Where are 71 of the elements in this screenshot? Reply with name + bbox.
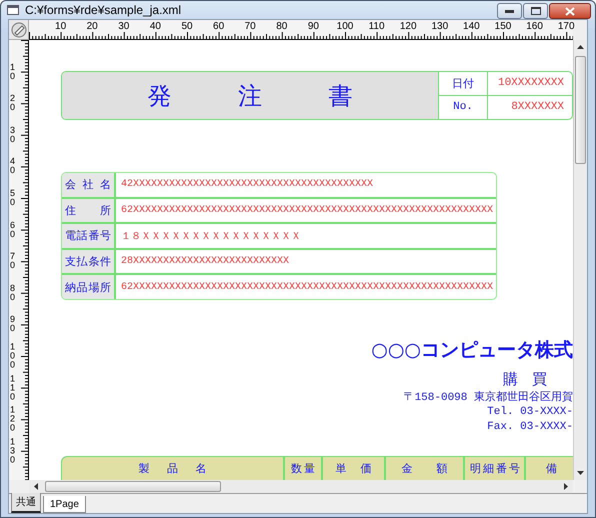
ruler-label: 110 <box>10 374 16 402</box>
row-label: 会社名 <box>65 177 111 192</box>
ruler-label: 130 <box>431 22 448 32</box>
ruler-label: 10 <box>55 22 66 32</box>
ruler-corner-icon[interactable] <box>10 22 26 38</box>
row-value: １８ＸＸＸＸＸＸＸＸＸＸＸＸＸＸＸＸ <box>121 230 301 243</box>
ruler-label: 60 <box>213 22 224 32</box>
ruler-label: 10 <box>10 62 16 81</box>
ruler-label: 130 <box>10 437 16 464</box>
field-value: 8XXXXXXX <box>511 101 564 114</box>
ruler-label: 100 <box>10 342 16 370</box>
column-header: 金額 <box>402 461 448 475</box>
ruler-label: 70 <box>10 252 16 270</box>
ruler-label: 30 <box>118 22 130 32</box>
field-label: 日付 <box>452 77 474 91</box>
row-value: 62XXXXXXXXXXXXXXXXXXXXXXXXXXXXXXXXXXXXXXXXXXXXXXXXXXXXXXXXXXXX <box>121 282 494 293</box>
company-name: ○○○コンピュータ株式 <box>371 338 573 363</box>
ruler-label: 20 <box>10 94 16 112</box>
ruler-label: 140 <box>463 22 480 32</box>
scrollbar-thumb[interactable] <box>575 56 586 164</box>
ruler-label: 160 <box>526 22 543 32</box>
ruler-label: 90 <box>308 22 319 32</box>
ruler-label: 170 <box>558 22 575 32</box>
page-tab[interactable]: 1Page <box>43 496 86 513</box>
row-value: 42XXXXXXXXXXXXXXXXXXXXXXXXXXXXXXXXXXXXXXXX <box>121 179 374 190</box>
page-tab[interactable]: 共通 <box>11 493 41 513</box>
ruler-label: 80 <box>276 22 288 32</box>
department-name: 購買 <box>503 370 547 389</box>
ruler-label: 80 <box>10 284 16 302</box>
field-value: 10XXXXXXXX <box>498 77 564 90</box>
ruler-label: 40 <box>150 22 161 32</box>
ruler-label: 90 <box>10 315 16 334</box>
ruler-label: 40 <box>10 157 16 176</box>
minimize-icon <box>505 10 514 12</box>
scrollbar-thumb[interactable] <box>45 481 221 492</box>
row-value: 62XXXXXXXXXXXXXXXXXXXXXXXXXXXXXXXXXXXXXXXXXXXXXXXXXXXXXXXXXXXX <box>121 204 494 216</box>
column-header: 単価 <box>335 461 372 475</box>
ruler-label: 20 <box>86 22 98 32</box>
row-label: 支払条件 <box>65 254 111 270</box>
ruler-label: 150 <box>494 22 512 32</box>
close-icon <box>565 6 575 16</box>
document-title: 発注書 <box>148 82 352 112</box>
fax-text: Fax. 03-XXXX- <box>487 421 573 433</box>
maximize-button[interactable] <box>523 3 548 19</box>
column-header: 明細番号 <box>470 461 520 475</box>
row-value: 28XXXXXXXXXXXXXXXXXXXXXXXXXX <box>121 256 290 268</box>
horizontal-scrollbar[interactable] <box>29 480 573 493</box>
ruler-label: 70 <box>244 22 256 32</box>
maximize-icon <box>530 7 540 15</box>
field-label: No. <box>453 101 473 114</box>
column-header: 製品名 <box>138 461 207 475</box>
ruler-label: 120 <box>10 406 16 433</box>
close-button[interactable] <box>549 3 591 19</box>
row-label: 住所 <box>65 202 111 218</box>
vertical-scrollbar[interactable] <box>573 40 587 480</box>
ruler-label: 50 <box>181 22 193 32</box>
column-header: 備 <box>546 461 558 475</box>
ruler-label: 120 <box>400 22 417 32</box>
ruler-label: 50 <box>10 189 16 207</box>
ruler-label: 100 <box>336 22 354 32</box>
minimize-button[interactable] <box>497 3 522 19</box>
address-text: 〒158-0098 東京都世田谷区用賀 <box>404 390 573 404</box>
ruler-label: 30 <box>10 126 16 144</box>
row-label: 電話番号 <box>65 228 111 244</box>
ruler-label: 60 <box>10 220 16 239</box>
window-icon <box>7 5 19 15</box>
window-title: C:¥forms¥rde¥sample_ja.xml <box>25 3 182 17</box>
phone-text: Tel. 03-XXXX- <box>487 406 573 418</box>
column-header: 数量 <box>291 461 316 475</box>
ruler-label: 110 <box>368 22 385 32</box>
row-label: 納品場所 <box>65 280 111 295</box>
